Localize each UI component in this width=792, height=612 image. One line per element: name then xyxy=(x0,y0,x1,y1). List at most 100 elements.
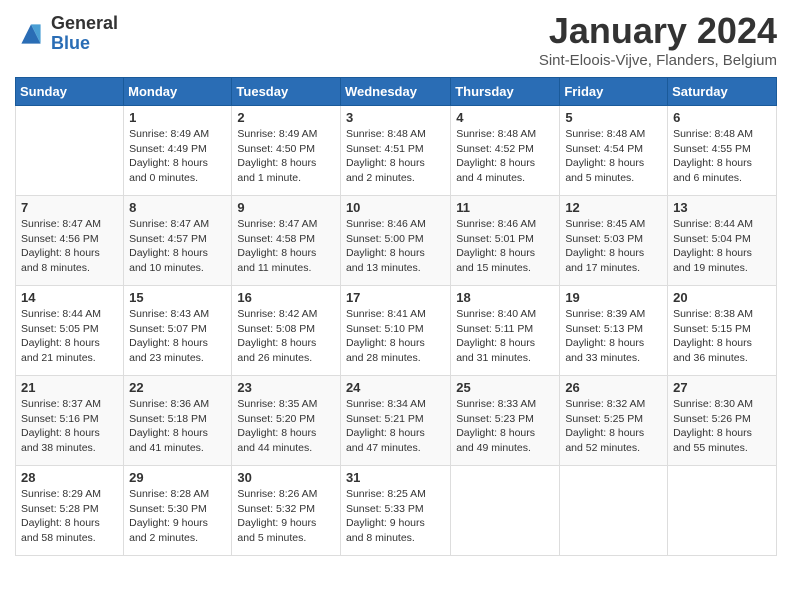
sunset-line: Sunset: 5:07 PM xyxy=(129,322,226,337)
calendar-cell: 25Sunrise: 8:33 AMSunset: 5:23 PMDayligh… xyxy=(451,376,560,466)
calendar-cell: 15 Sunrise: 8:43 AMSunset: 5:07 PMDayligh… xyxy=(124,286,232,376)
daylight-line2: and 15 minutes. xyxy=(456,261,554,276)
calendar-cell: 18 Sunrise: 8:40 AMSunset: 5:11 PMDayligh… xyxy=(451,286,560,376)
sunrise-line: Sunrise: 8:26 AM xyxy=(237,487,335,502)
calendar-cell: 30 Sunrise: 8:26 AMSunset: 5:32 PMDayligh… xyxy=(232,466,341,556)
sunset-line: Sunset: 4:54 PM xyxy=(565,142,662,157)
day-info: Sunrise: 8:48 AMSunset: 4:51 PMDaylight:… xyxy=(346,127,445,186)
calendar-cell: 20 Sunrise: 8:38 AMSunset: 5:15 PMDayligh… xyxy=(668,286,777,376)
day-info: Sunrise: 8:47 AMSunset: 4:56 PMDaylight:… xyxy=(21,217,118,276)
day-number: 18 xyxy=(456,290,554,305)
sunset-line: Sunset: 4:49 PM xyxy=(129,142,226,157)
day-info: Sunrise: 8:38 AMSunset: 5:15 PMDaylight:… xyxy=(673,307,771,366)
day-info: Sunrise: 8:43 AMSunset: 5:07 PMDaylight:… xyxy=(129,307,226,366)
daylight-line2: and 8 minutes. xyxy=(21,261,118,276)
daylight-line1: Daylight: 8 hours xyxy=(129,246,226,261)
day-info: Sunrise: 8:36 AMSunset: 5:18 PMDaylight:… xyxy=(129,397,226,456)
daylight-line2: and 47 minutes. xyxy=(346,441,445,456)
daylight-line2: and 55 minutes. xyxy=(673,441,771,456)
daylight-line1: Daylight: 8 hours xyxy=(565,336,662,351)
sunrise-line: Sunrise: 8:48 AM xyxy=(456,127,554,142)
sunrise-line: Sunrise: 8:35 AM xyxy=(237,397,335,412)
day-number: 30 xyxy=(237,470,335,485)
calendar-cell: 10Sunrise: 8:46 AMSunset: 5:00 PMDayligh… xyxy=(340,196,450,286)
day-info: Sunrise: 8:35 AMSunset: 5:20 PMDaylight:… xyxy=(237,397,335,456)
sunset-line: Sunset: 5:20 PM xyxy=(237,412,335,427)
daylight-line2: and 31 minutes. xyxy=(456,351,554,366)
daylight-line2: and 38 minutes. xyxy=(21,441,118,456)
daylight-line2: and 52 minutes. xyxy=(565,441,662,456)
sunrise-line: Sunrise: 8:33 AM xyxy=(456,397,554,412)
daylight-line2: and 8 minutes. xyxy=(346,531,445,546)
day-number: 15 xyxy=(129,290,226,305)
daylight-line1: Daylight: 8 hours xyxy=(456,246,554,261)
sunrise-line: Sunrise: 8:45 AM xyxy=(565,217,662,232)
day-number: 14 xyxy=(21,290,118,305)
sunset-line: Sunset: 5:00 PM xyxy=(346,232,445,247)
daylight-line1: Daylight: 8 hours xyxy=(346,426,445,441)
day-info: Sunrise: 8:40 AMSunset: 5:11 PMDaylight:… xyxy=(456,307,554,366)
day-number: 11 xyxy=(456,200,554,215)
sunrise-line: Sunrise: 8:34 AM xyxy=(346,397,445,412)
day-number: 20 xyxy=(673,290,771,305)
sunset-line: Sunset: 5:03 PM xyxy=(565,232,662,247)
day-info: Sunrise: 8:47 AMSunset: 4:57 PMDaylight:… xyxy=(129,217,226,276)
daylight-line1: Daylight: 8 hours xyxy=(565,426,662,441)
daylight-line2: and 21 minutes. xyxy=(21,351,118,366)
calendar-cell: 12Sunrise: 8:45 AMSunset: 5:03 PMDayligh… xyxy=(560,196,668,286)
day-number: 6 xyxy=(673,110,771,125)
sunset-line: Sunset: 5:04 PM xyxy=(673,232,771,247)
calendar-cell: 3Sunrise: 8:48 AMSunset: 4:51 PMDaylight… xyxy=(340,106,450,196)
day-info: Sunrise: 8:45 AMSunset: 5:03 PMDaylight:… xyxy=(565,217,662,276)
daylight-line1: Daylight: 8 hours xyxy=(237,156,335,171)
header-tuesday: Tuesday xyxy=(232,78,341,106)
daylight-line2: and 44 minutes. xyxy=(237,441,335,456)
day-info: Sunrise: 8:42 AMSunset: 5:08 PMDaylight:… xyxy=(237,307,335,366)
sunset-line: Sunset: 4:56 PM xyxy=(21,232,118,247)
sunset-line: Sunset: 5:21 PM xyxy=(346,412,445,427)
sunset-line: Sunset: 5:10 PM xyxy=(346,322,445,337)
title-section: January 2024 Sint-Eloois-Vijve, Flanders… xyxy=(539,10,777,69)
daylight-line2: and 1 minute. xyxy=(237,171,335,186)
calendar-cell: 24Sunrise: 8:34 AMSunset: 5:21 PMDayligh… xyxy=(340,376,450,466)
calendar-cell: 26Sunrise: 8:32 AMSunset: 5:25 PMDayligh… xyxy=(560,376,668,466)
sunrise-line: Sunrise: 8:44 AM xyxy=(21,307,118,322)
calendar-cell: 8Sunrise: 8:47 AMSunset: 4:57 PMDaylight… xyxy=(124,196,232,286)
daylight-line1: Daylight: 8 hours xyxy=(673,426,771,441)
daylight-line2: and 0 minutes. xyxy=(129,171,226,186)
daylight-line1: Daylight: 9 hours xyxy=(129,516,226,531)
calendar-cell: 7Sunrise: 8:47 AMSunset: 4:56 PMDaylight… xyxy=(16,196,124,286)
daylight-line2: and 23 minutes. xyxy=(129,351,226,366)
daylight-line2: and 5 minutes. xyxy=(565,171,662,186)
sunrise-line: Sunrise: 8:30 AM xyxy=(673,397,771,412)
sunrise-line: Sunrise: 8:38 AM xyxy=(673,307,771,322)
daylight-line1: Daylight: 8 hours xyxy=(673,156,771,171)
sunset-line: Sunset: 5:28 PM xyxy=(21,502,118,517)
day-number: 4 xyxy=(456,110,554,125)
calendar-cell: 28Sunrise: 8:29 AMSunset: 5:28 PMDayligh… xyxy=(16,466,124,556)
calendar-cell: 27Sunrise: 8:30 AMSunset: 5:26 PMDayligh… xyxy=(668,376,777,466)
sunrise-line: Sunrise: 8:42 AM xyxy=(237,307,335,322)
daylight-line2: and 58 minutes. xyxy=(21,531,118,546)
sunset-line: Sunset: 4:52 PM xyxy=(456,142,554,157)
sunrise-line: Sunrise: 8:40 AM xyxy=(456,307,554,322)
sunset-line: Sunset: 5:23 PM xyxy=(456,412,554,427)
sunset-line: Sunset: 5:26 PM xyxy=(673,412,771,427)
location-subtitle: Sint-Eloois-Vijve, Flanders, Belgium xyxy=(539,52,777,69)
calendar-cell: 19Sunrise: 8:39 AMSunset: 5:13 PMDayligh… xyxy=(560,286,668,376)
day-info: Sunrise: 8:41 AMSunset: 5:10 PMDaylight:… xyxy=(346,307,445,366)
sunset-line: Sunset: 4:55 PM xyxy=(673,142,771,157)
sunset-line: Sunset: 5:01 PM xyxy=(456,232,554,247)
calendar-week-row-2: 14Sunrise: 8:44 AMSunset: 5:05 PMDayligh… xyxy=(16,286,777,376)
day-info: Sunrise: 8:26 AMSunset: 5:32 PMDaylight:… xyxy=(237,487,335,546)
day-number: 19 xyxy=(565,290,662,305)
day-info: Sunrise: 8:33 AMSunset: 5:23 PMDaylight:… xyxy=(456,397,554,456)
sunrise-line: Sunrise: 8:44 AM xyxy=(673,217,771,232)
sunrise-line: Sunrise: 8:49 AM xyxy=(237,127,335,142)
daylight-line2: and 6 minutes. xyxy=(673,171,771,186)
day-number: 5 xyxy=(565,110,662,125)
daylight-line1: Daylight: 8 hours xyxy=(237,336,335,351)
sunrise-line: Sunrise: 8:48 AM xyxy=(673,127,771,142)
day-info: Sunrise: 8:47 AMSunset: 4:58 PMDaylight:… xyxy=(237,217,335,276)
daylight-line1: Daylight: 8 hours xyxy=(565,156,662,171)
